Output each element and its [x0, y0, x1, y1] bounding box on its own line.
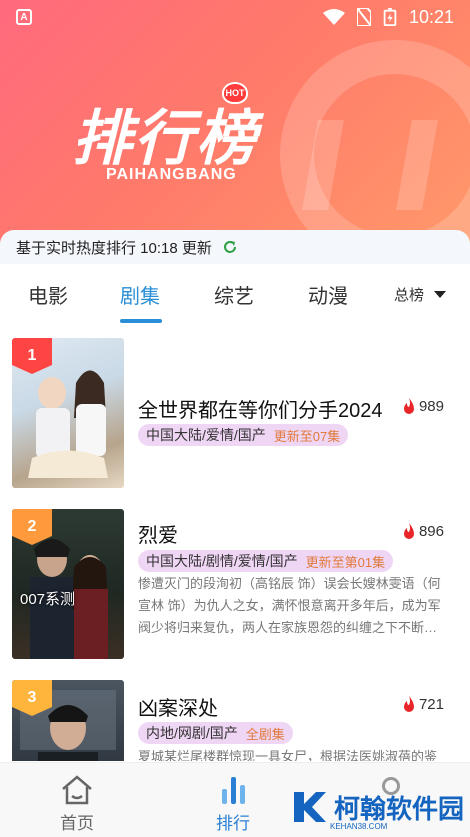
header-decoration-m — [302, 120, 438, 210]
filter-label: 总榜 — [393, 287, 424, 304]
poster-caption: 007系测 — [20, 591, 76, 608]
show-description: 夏城某烂尾楼群惊现一具女尸，根据法医姚淑蓓的鉴 — [138, 749, 438, 761]
app-notification-icon: A — [16, 9, 32, 25]
poster-image[interactable]: 3 — [12, 680, 124, 761]
update-status: 全剧集 — [245, 726, 285, 742]
tab-anime[interactable]: 动漫 — [308, 280, 348, 309]
update-info-bar: 基于实时热度排行 10:18 更新 — [0, 230, 470, 264]
ranking-bars-icon — [222, 777, 245, 804]
nav-home-label: 首页 — [60, 814, 94, 833]
update-text: 基于实时热度排行 10:18 更新 — [16, 239, 212, 257]
poster-image[interactable]: 1 — [12, 338, 124, 488]
refresh-icon[interactable] — [222, 239, 238, 255]
ranking-list: 1 全世界都在等你们分手2024 989 中国大陆/爱情/国产 更新至07集 0… — [0, 326, 470, 761]
header-banner: A 10:21 排行榜 HOT PAIHANGBANG — [0, 0, 470, 262]
genre-tags: 中国大陆/爱情/国产 更新至07集 — [138, 424, 349, 446]
nav-ranking-label: 排行 — [216, 814, 250, 833]
tab-movies[interactable]: 电影 — [28, 280, 68, 309]
ranking-filter-dropdown[interactable]: 总榜 — [394, 284, 446, 305]
list-item[interactable]: 007系测 2 烈爱 896 中国大陆/剧情/爱情/国产 更新至第01集 惨遭灭… — [0, 509, 470, 669]
watermark-subtext: KEHAN38.COM — [330, 822, 388, 831]
no-sim-icon — [356, 8, 371, 26]
genre-tags: 内地/网剧/国产 全剧集 — [138, 722, 293, 744]
flame-icon — [403, 523, 414, 539]
wifi-icon — [322, 9, 345, 25]
list-item[interactable]: 3 凶案深处 721 内地/网剧/国产 全剧集 夏城某烂尾楼群惊现一具女尸，根据… — [0, 680, 470, 761]
poster-image[interactable]: 007系测 2 — [12, 509, 124, 659]
show-title[interactable]: 凶案深处 — [138, 692, 218, 721]
watermark: 柯翰软件园 KEHAN38.COM — [290, 788, 465, 831]
update-status: 更新至第01集 — [305, 554, 386, 570]
watermark-logo — [294, 792, 326, 822]
show-title[interactable]: 烈爱 — [138, 519, 178, 548]
nav-ranking[interactable]: 排行 — [216, 775, 250, 834]
heat-score: 896 — [402, 523, 444, 540]
page-subtitle: PAIHANGBANG — [106, 166, 237, 183]
flame-icon — [403, 696, 414, 712]
flame-icon — [403, 398, 414, 414]
nav-home[interactable]: 首页 — [60, 775, 94, 834]
status-time: 10:21 — [408, 6, 454, 27]
hot-badge: HOT — [222, 82, 248, 104]
watermark-text: 柯翰软件园 — [334, 793, 465, 824]
active-tab-indicator — [120, 319, 162, 323]
tab-variety[interactable]: 综艺 — [214, 280, 254, 309]
category-tabs: 电影 剧集 综艺 动漫 总榜 — [0, 264, 470, 326]
heat-score: 721 — [402, 696, 444, 713]
genre-tags: 中国大陆/剧情/爱情/国产 更新至第01集 — [138, 550, 394, 572]
chevron-down-icon — [434, 291, 446, 298]
show-description: 惨遭灭门的段洵初（高铭辰 饰）误会长嫂林雯语（何宣林 饰）为仇人之女，满怀恨意离… — [138, 576, 441, 635]
show-title[interactable]: 全世界都在等你们分手2024 — [138, 394, 383, 423]
update-status: 更新至07集 — [273, 428, 341, 444]
status-bar: A 10:21 — [0, 0, 470, 34]
tab-series[interactable]: 剧集 — [120, 280, 160, 309]
battery-charging-icon — [383, 8, 397, 26]
list-item[interactable]: 1 全世界都在等你们分手2024 989 中国大陆/爱情/国产 更新至07集 — [0, 338, 470, 498]
heat-score: 989 — [402, 398, 444, 415]
home-icon — [62, 775, 92, 805]
